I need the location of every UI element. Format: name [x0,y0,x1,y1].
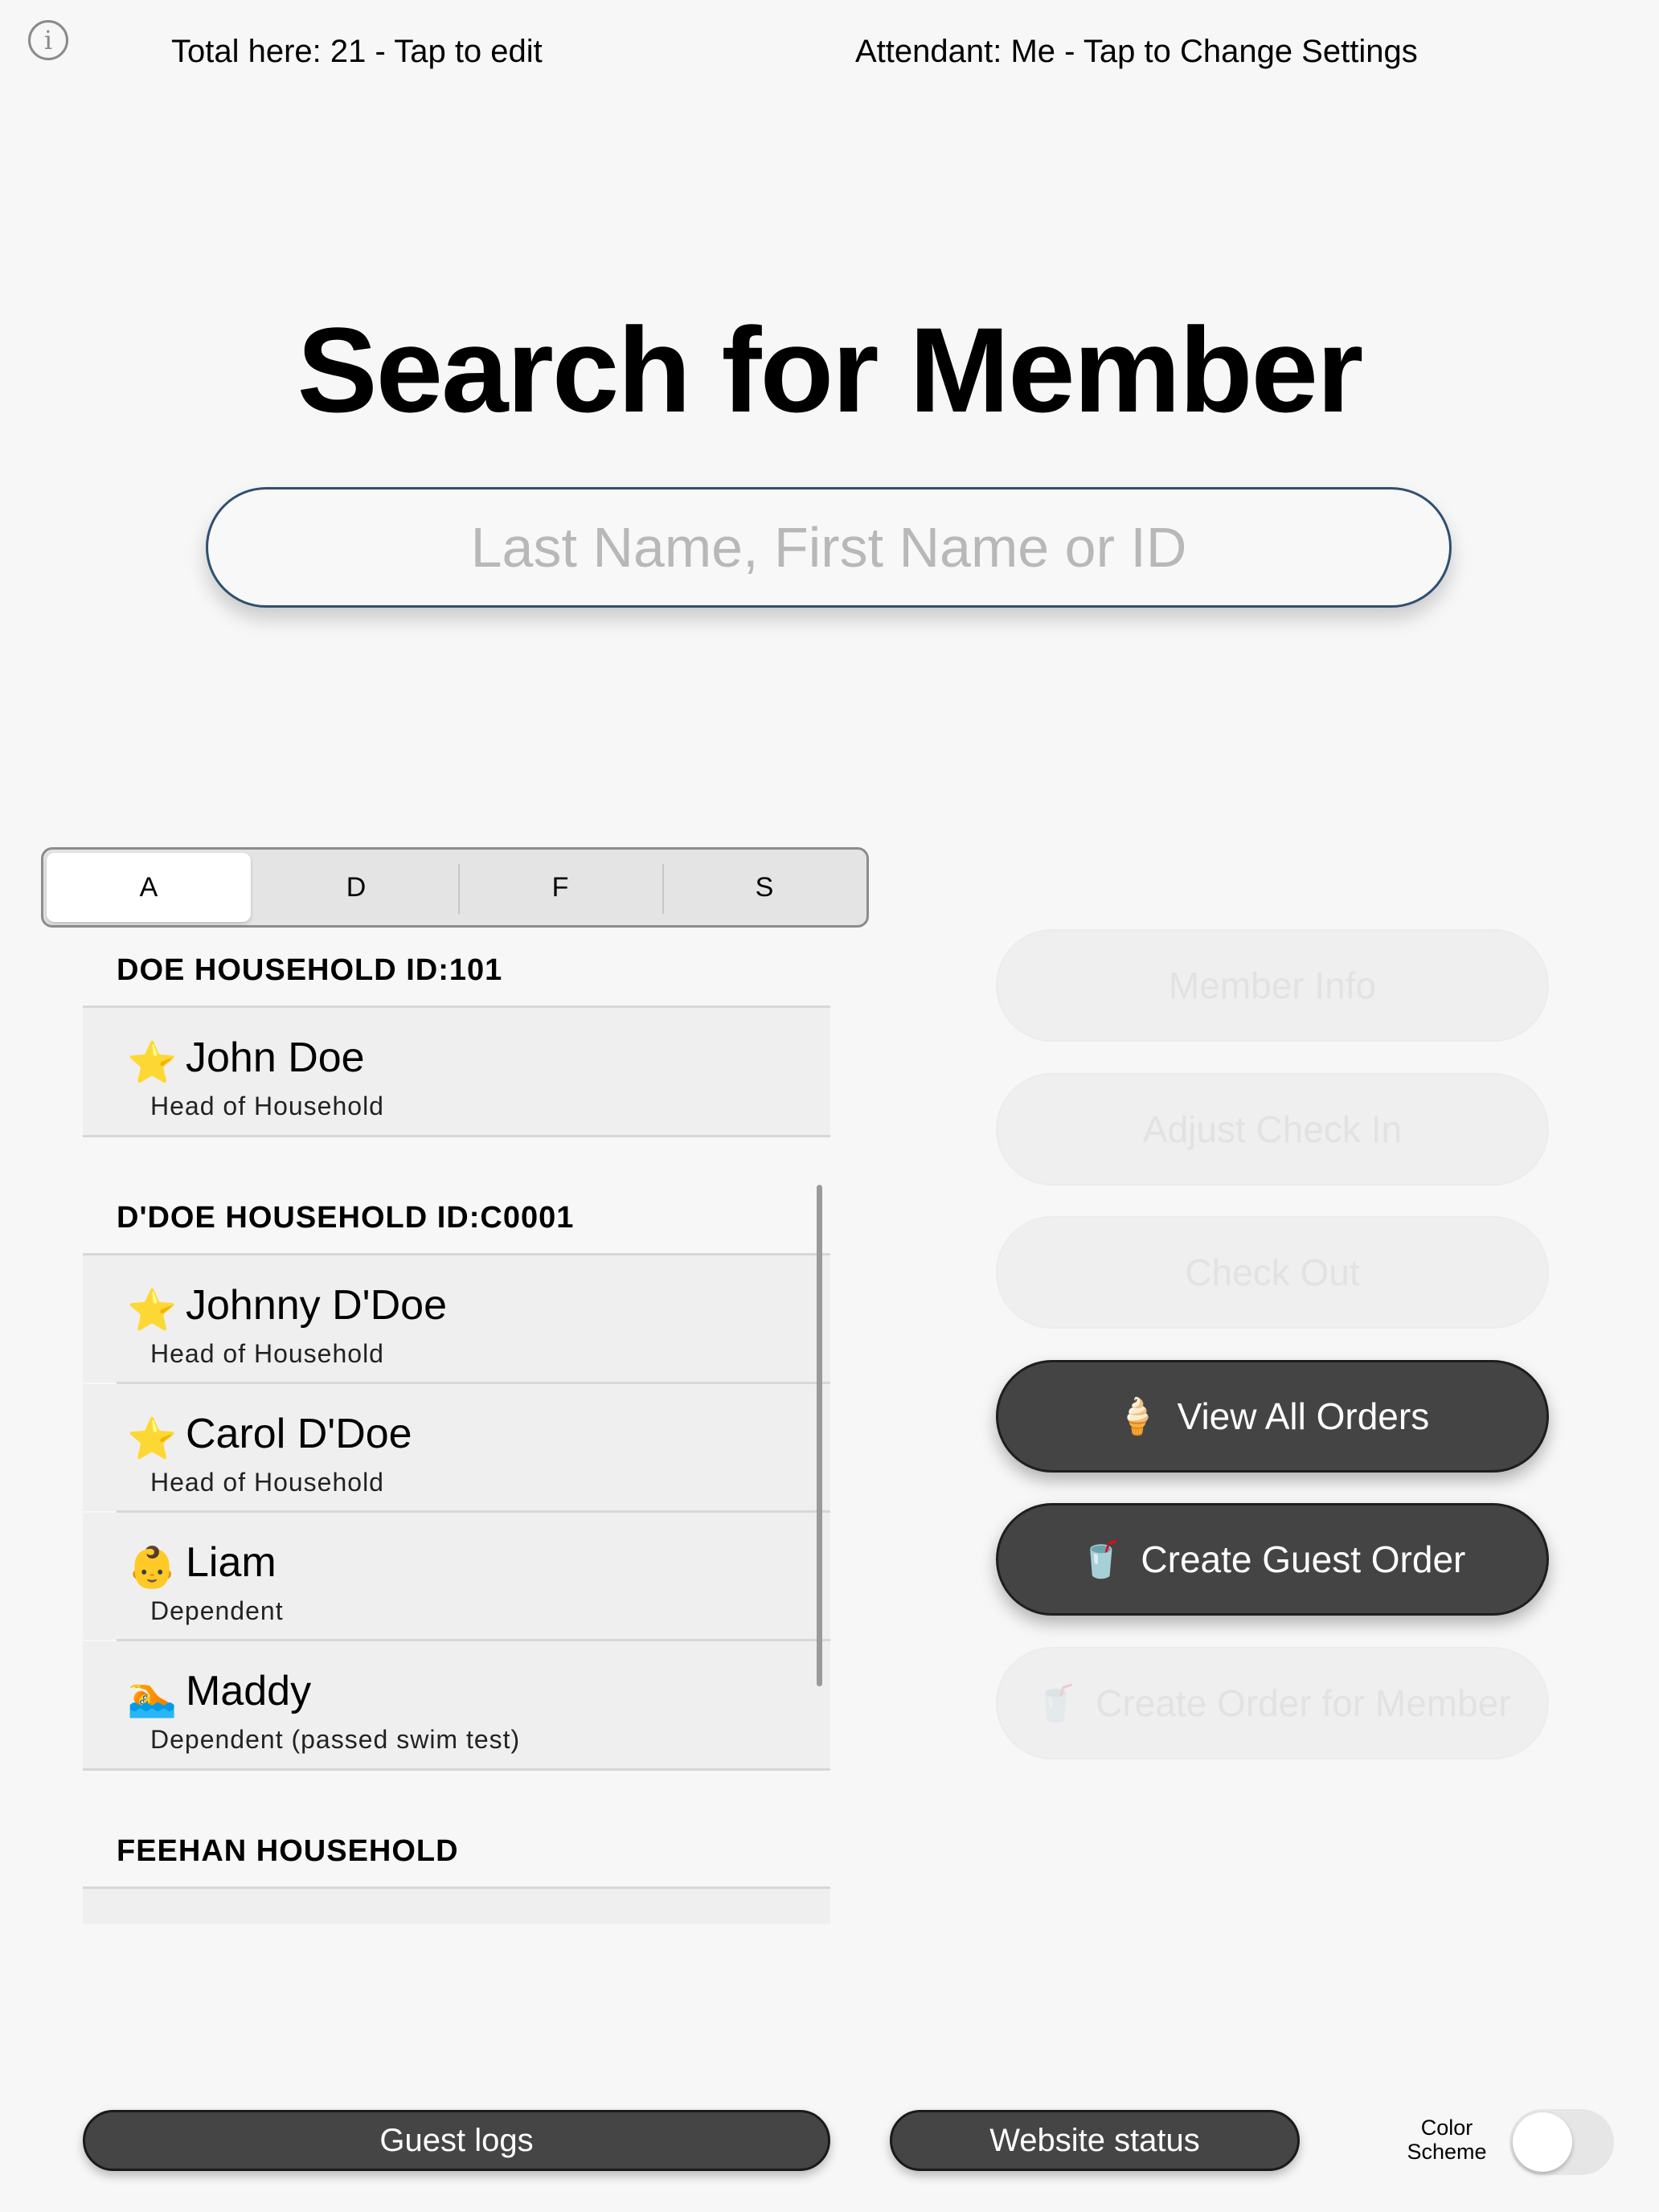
color-scheme-label: Color Scheme [1407,2116,1487,2164]
tab-a[interactable]: A [47,853,251,922]
divider [83,1135,830,1137]
tab-s[interactable]: S [662,850,866,925]
list-item[interactable]: 👶 Liam Dependent [83,1513,830,1640]
divider [662,864,664,914]
cup-icon: 🥤 [1079,1540,1124,1579]
tab-d[interactable]: D [254,850,458,925]
star-icon: ⭐ [127,1416,178,1461]
tab-f[interactable]: F [458,850,662,925]
cup-icon: 🥤 [1034,1684,1079,1723]
check-out-button[interactable]: Check Out [996,1216,1549,1329]
create-guest-order-button[interactable]: 🥤 Create Guest Order [996,1503,1549,1616]
member-role: Head of Household [150,1339,384,1368]
member-info-button[interactable]: Member Info [996,929,1549,1042]
color-scheme-toggle[interactable] [1509,2109,1614,2175]
create-order-for-member-button[interactable]: 🥤 Create Order for Member [996,1647,1549,1759]
member-name: Liam [186,1539,276,1586]
alphabet-tab-bar: A D F S [41,847,869,928]
baby-icon: 👶 [127,1545,178,1590]
swimmer-icon: 🏊 [127,1673,178,1718]
member-role: Dependent [150,1596,284,1625]
member-name: Carol D'Doe [186,1411,412,1457]
list-item[interactable] [83,1889,830,1924]
list-item[interactable]: ⭐ Johnny D'Doe Head of Household [83,1256,830,1382]
list-scrollbar[interactable] [817,1185,822,1686]
divider [83,1768,830,1771]
search-input[interactable]: Last Name, First Name or ID [206,487,1452,608]
view-all-orders-button[interactable]: 🍦 View All Orders [996,1360,1549,1473]
divider [458,864,460,914]
member-role: Head of Household [150,1468,384,1497]
member-name: Maddy [186,1668,312,1714]
member-name: John Doe [186,1034,365,1081]
section-header-doe: DOE HOUSEHOLD ID:101 [117,953,503,987]
adjust-check-in-button[interactable]: Adjust Check In [996,1073,1549,1186]
member-list[interactable]: DOE HOUSEHOLD ID:101 ⭐ John Doe Head of … [83,932,830,1924]
website-status-button[interactable]: Website status [890,2110,1300,2171]
member-role: Dependent (passed swim test) [150,1725,521,1754]
info-icon[interactable]: i [28,20,68,60]
member-name: Johnny D'Doe [186,1282,447,1329]
list-item[interactable]: ⭐ Carol D'Doe Head of Household [83,1384,830,1511]
search-placeholder: Last Name, First Name or ID [470,516,1187,579]
toggle-knob [1513,2112,1572,2172]
section-header-ddoe: D'DOE HOUSEHOLD ID:C0001 [117,1201,575,1235]
total-here-label[interactable]: Total here: 21 - Tap to edit [171,29,543,74]
member-role: Head of Household [150,1092,384,1120]
list-item[interactable]: ⭐ John Doe Head of Household [83,1008,830,1135]
list-item[interactable]: 🏊 Maddy Dependent (passed swim test) [83,1641,830,1768]
section-header-feehan: FEEHAN HOUSEHOLD [117,1834,459,1868]
ice-cream-icon: 🍦 [1115,1397,1160,1436]
star-icon: ⭐ [127,1288,178,1333]
attendant-label[interactable]: Attendant: Me - Tap to Change Settings [855,29,1418,74]
page-title: Search for Member [297,302,1364,437]
guest-logs-button[interactable]: Guest logs [83,2110,830,2171]
star-icon: ⭐ [127,1040,178,1085]
